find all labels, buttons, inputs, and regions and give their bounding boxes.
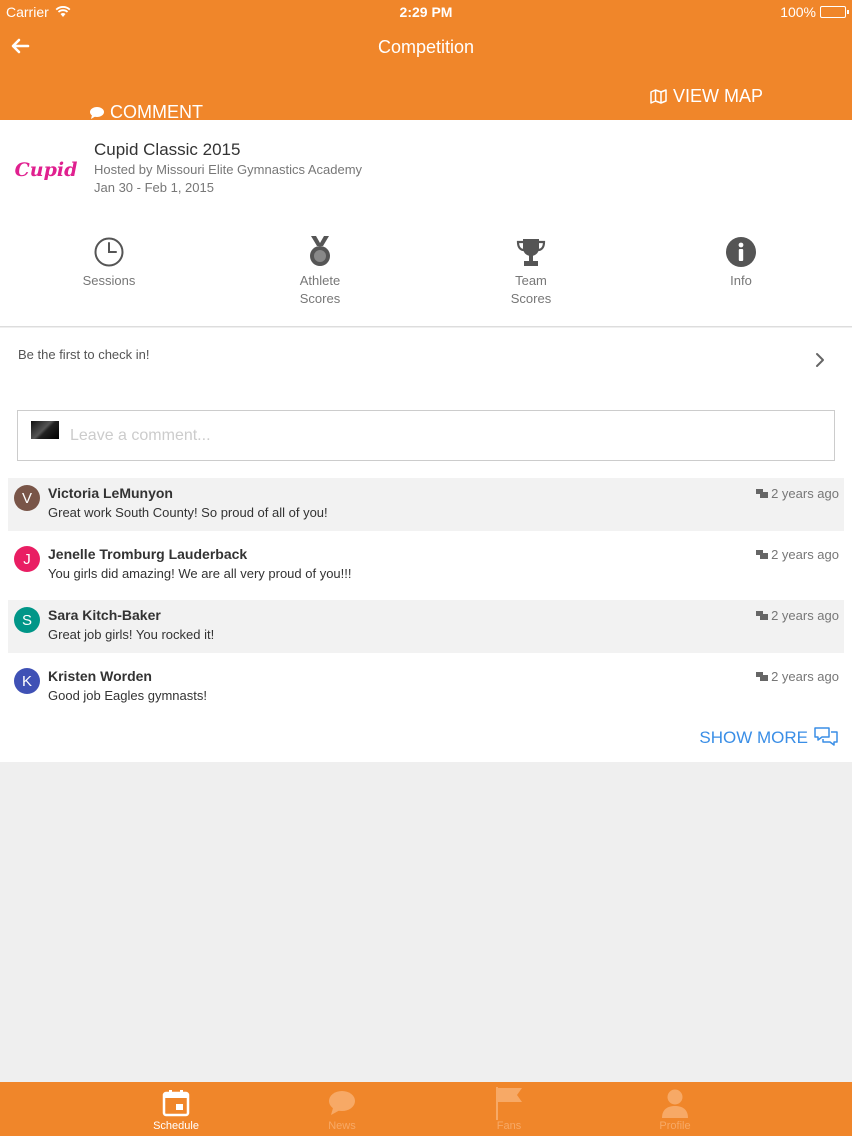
tab-schedule-label: Schedule	[153, 1120, 199, 1132]
competition-logo: Cupid	[15, 150, 78, 190]
view-map-button[interactable]: VIEW MAP	[650, 86, 763, 107]
comments-icon	[756, 671, 769, 681]
calendar-icon	[162, 1090, 190, 1117]
comment-timestamp: 2 years ago	[756, 486, 839, 501]
chevron-right-icon[interactable]	[814, 352, 826, 368]
athlete-scores-tab[interactable]: Athlete Scores	[260, 234, 380, 308]
map-icon	[650, 89, 667, 104]
battery-indicator: 100%	[780, 4, 849, 20]
avatar: S	[14, 607, 40, 633]
competition-name: Cupid Classic 2015	[94, 140, 241, 159]
avatar: V	[14, 485, 40, 511]
comment-text: You girls did amazing! We are all very p…	[48, 566, 352, 581]
comment-time-label: 2 years ago	[771, 608, 839, 623]
tab-fans-label: Fans	[496, 1120, 522, 1132]
chat-bubble-icon	[329, 1091, 355, 1115]
tab-news[interactable]: News	[282, 1082, 402, 1136]
navigation-bar: Competition	[0, 24, 852, 72]
competition-dates: Jan 30 - Feb 1, 2015	[94, 180, 214, 195]
tab-profile-label: Profile	[659, 1120, 691, 1132]
comment-item: V Victoria LeMunyon Great work South Cou…	[8, 478, 844, 531]
comment-item: J Jenelle Tromburg Lauderback You girls …	[8, 539, 844, 592]
comment-time-label: 2 years ago	[771, 486, 839, 501]
comment-timestamp: 2 years ago	[756, 669, 839, 684]
competition-tabs: Sessions Athlete Scores Team Scores Info	[0, 234, 852, 314]
status-bar: Carrier 2:29 PM 100%	[0, 0, 852, 24]
clock: 2:29 PM	[399, 4, 453, 20]
tab-news-label: News	[328, 1120, 356, 1132]
flag-icon	[496, 1087, 522, 1120]
avatar: K	[14, 668, 40, 694]
sessions-tab-label: Sessions	[82, 273, 136, 288]
comment-text: Great work South County! So proud of all…	[48, 505, 328, 520]
comment-input[interactable]	[70, 423, 810, 449]
checkin-prompt[interactable]: Be the first to check in!	[18, 347, 150, 362]
user-avatar-thumbnail	[31, 421, 59, 439]
info-icon	[726, 237, 756, 267]
team-scores-tab-label: Team Scores	[510, 273, 552, 306]
medal-icon	[310, 236, 330, 266]
comment-timestamp: 2 years ago	[756, 547, 839, 562]
action-bar: COMMENT VIEW MAP	[0, 72, 852, 122]
info-tab[interactable]: Info	[681, 234, 801, 290]
tab-profile[interactable]: Profile	[615, 1082, 735, 1136]
view-map-button-label: VIEW MAP	[673, 86, 764, 106]
comment-text: Good job Eagles gymnasts!	[48, 688, 207, 703]
athlete-scores-tab-label: Athlete Scores	[299, 273, 341, 306]
comment-item: S Sara Kitch-Baker Great job girls! You …	[8, 600, 844, 653]
speech-bubble-icon	[90, 106, 104, 119]
clock-icon	[94, 237, 124, 267]
page-title: Competition	[377, 37, 475, 57]
comment-item: K Kristen Worden Good job Eagles gymnast…	[8, 661, 844, 714]
sessions-tab[interactable]: Sessions	[49, 234, 169, 290]
show-more-button[interactable]: SHOW MORE	[699, 727, 838, 749]
comment-box[interactable]	[17, 410, 835, 461]
team-scores-tab[interactable]: Team Scores	[471, 234, 591, 308]
bottom-tab-bar: Schedule News Fans Profile	[0, 1082, 852, 1136]
commenter-name[interactable]: Kristen Worden	[48, 668, 152, 684]
avatar: J	[14, 546, 40, 572]
comment-timestamp: 2 years ago	[756, 608, 839, 623]
commenter-name[interactable]: Victoria LeMunyon	[48, 485, 173, 501]
battery-percent: 100%	[780, 4, 816, 20]
comments-icon	[756, 549, 769, 559]
competition-header: Cupid Cupid Classic 2015 Hosted by Misso…	[0, 120, 852, 327]
comment-feed: Be the first to check in! V Victoria LeM…	[0, 328, 852, 762]
info-tab-label: Info	[730, 273, 752, 288]
comments-outline-icon	[814, 727, 838, 746]
comments-icon	[756, 610, 769, 620]
show-more-label: SHOW MORE	[699, 728, 808, 747]
comment-time-label: 2 years ago	[771, 547, 839, 562]
comment-time-label: 2 years ago	[771, 669, 839, 684]
commenter-name[interactable]: Jenelle Tromburg Lauderback	[48, 546, 247, 562]
battery-icon	[820, 6, 849, 18]
comments-icon	[756, 488, 769, 498]
commenter-name[interactable]: Sara Kitch-Baker	[48, 607, 161, 623]
competition-host: Hosted by Missouri Elite Gymnastics Acad…	[94, 162, 363, 177]
tab-fans[interactable]: Fans	[449, 1082, 569, 1136]
trophy-icon	[516, 239, 546, 266]
comment-text: Great job girls! You rocked it!	[48, 627, 215, 642]
competition-logo-text: Cupid	[14, 159, 78, 181]
tab-schedule[interactable]: Schedule	[116, 1082, 236, 1136]
person-icon	[662, 1089, 688, 1118]
